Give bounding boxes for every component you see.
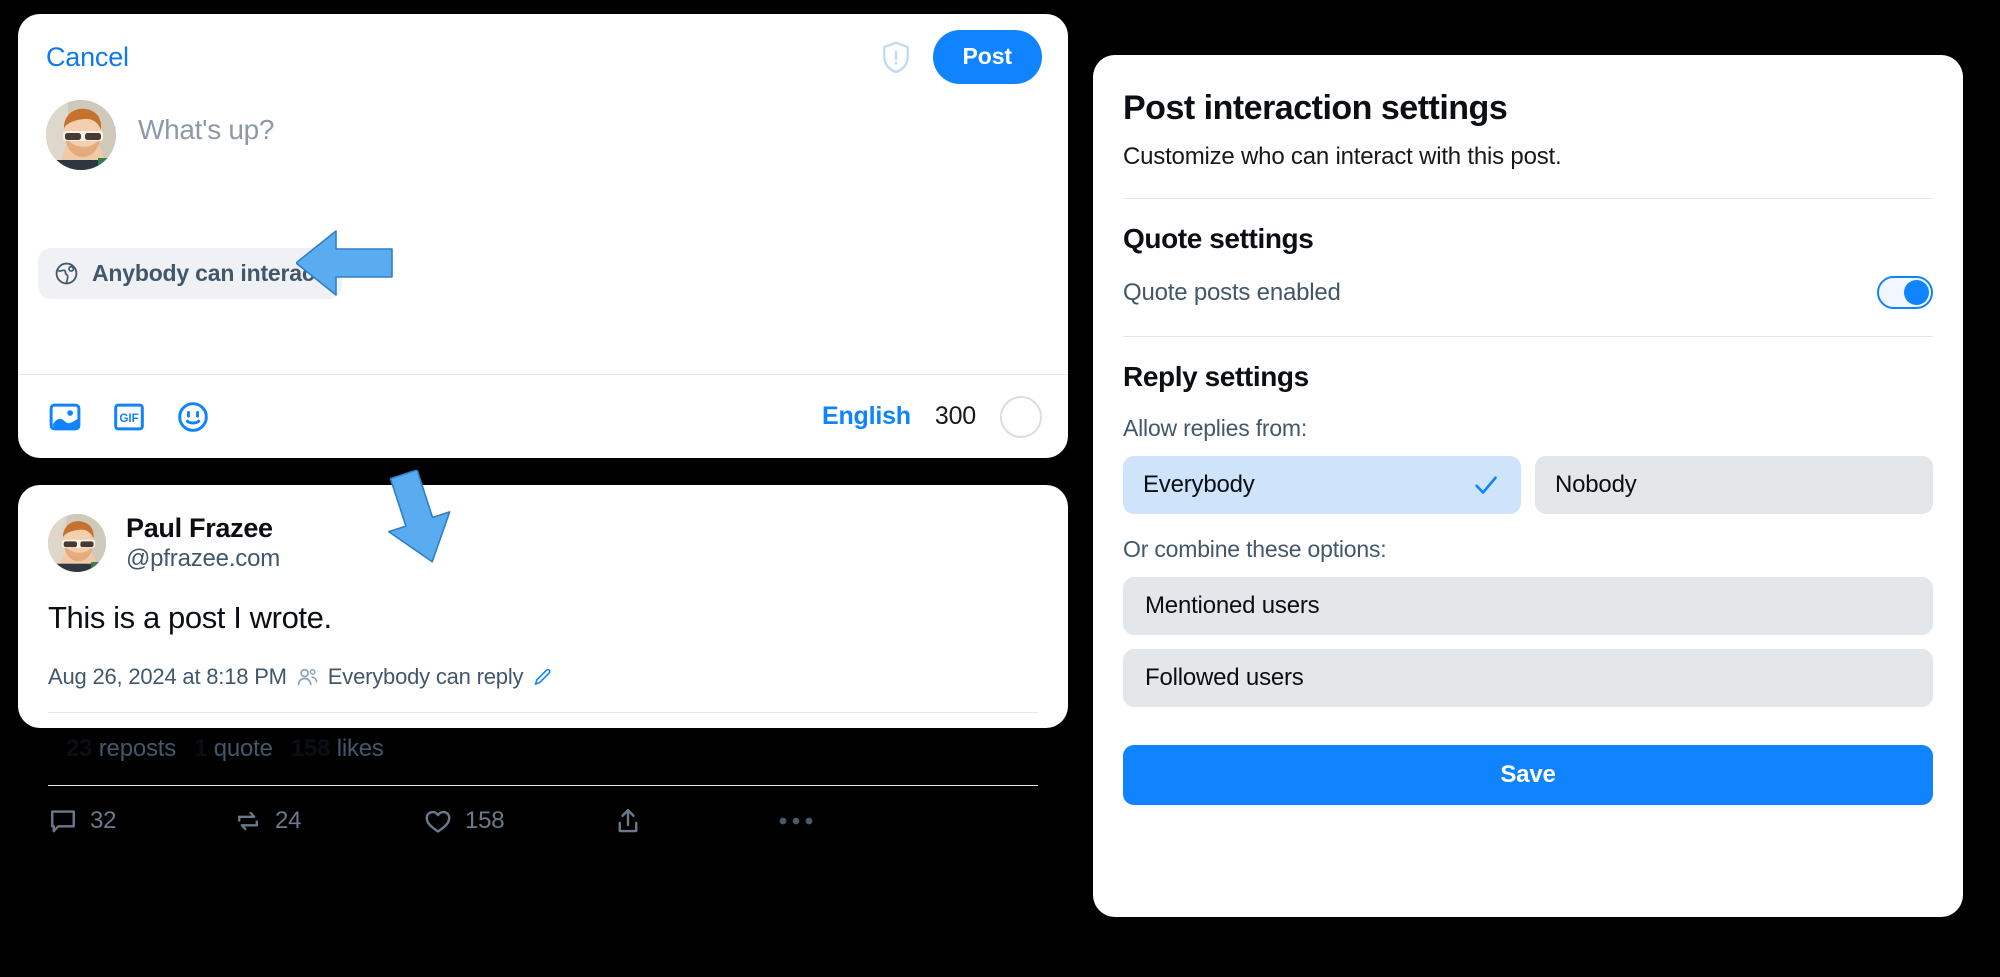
repost-icon xyxy=(233,806,263,836)
repost-action[interactable]: 24 xyxy=(233,806,423,836)
heart-icon xyxy=(423,806,453,836)
panel-title: Post interaction settings xyxy=(1123,89,1508,127)
composer-attachment-icons: GIF xyxy=(48,400,210,434)
post-avatar[interactable] xyxy=(48,514,106,572)
character-count: 300 xyxy=(934,402,976,430)
like-count: 158 xyxy=(465,807,505,834)
progress-ring-icon xyxy=(1000,395,1042,438)
interaction-pill-label: Anybody can interact xyxy=(92,260,322,286)
choice-nobody[interactable]: Nobody xyxy=(1535,456,1933,514)
repost-count: 24 xyxy=(275,807,302,834)
post-metadata: Aug 26, 2024 at 8:18 PM Everybody can re… xyxy=(48,664,1038,690)
quotes-count: 1 xyxy=(194,735,208,762)
option-mentioned-users-label: Mentioned users xyxy=(1145,592,1320,619)
check-icon xyxy=(1471,470,1501,500)
post-actions-row: 32 24 158 xyxy=(18,786,1068,836)
author-names: Paul Frazee @pfrazee.com xyxy=(126,513,280,573)
language-button[interactable]: English xyxy=(822,402,911,431)
share-icon xyxy=(613,806,643,836)
shield-alert-icon[interactable] xyxy=(881,41,911,74)
option-mentioned-users[interactable]: Mentioned users xyxy=(1123,577,1933,635)
allow-replies-label: Allow replies from: xyxy=(1123,415,1308,441)
pencil-icon[interactable] xyxy=(532,666,554,688)
post-body-text: This is a post I wrote. xyxy=(48,600,332,635)
panel-subtitle: Customize who can interact with this pos… xyxy=(1123,143,1562,170)
option-followed-users[interactable]: Followed users xyxy=(1123,649,1933,707)
composer-body: What's up? xyxy=(18,100,1068,170)
quote-settings-title: Quote settings xyxy=(1123,223,1314,254)
share-action[interactable] xyxy=(613,806,778,836)
likes-count: 158 xyxy=(290,735,331,762)
composer-header-actions: Post xyxy=(881,30,1042,84)
reply-audience-choices: Everybody Nobody xyxy=(1123,456,1933,514)
likes-label: likes xyxy=(336,735,384,762)
settings-content: Post interaction settings Customize who … xyxy=(1093,55,1963,805)
ellipsis-icon xyxy=(778,815,814,827)
emoji-icon[interactable] xyxy=(176,400,210,434)
globe-icon xyxy=(54,261,79,286)
reply-settings-title: Reply settings xyxy=(1123,361,1309,392)
composer-header: Cancel Post xyxy=(18,14,1068,100)
more-options-action[interactable] xyxy=(778,815,814,827)
post-composer-card: Cancel Post What's up? Anybody can inter… xyxy=(18,14,1068,458)
choice-everybody-label: Everybody xyxy=(1143,471,1255,498)
reply-count: 32 xyxy=(90,807,117,834)
post-stats-row: 23 reposts 1 quote 158 likes xyxy=(48,713,1038,785)
save-button[interactable]: Save xyxy=(1123,745,1933,805)
post-button[interactable]: Post xyxy=(932,30,1042,84)
composer-footer-right: English 300 xyxy=(822,395,1042,438)
settings-divider-1 xyxy=(1123,198,1933,199)
composer-avatar[interactable] xyxy=(46,100,116,170)
gif-icon[interactable]: GIF xyxy=(112,400,146,434)
post-interaction-settings-panel: Post interaction settings Customize who … xyxy=(1093,55,1963,917)
post-author-row: Paul Frazee @pfrazee.com xyxy=(48,513,1038,573)
settings-divider-2 xyxy=(1123,336,1933,337)
author-display-name[interactable]: Paul Frazee xyxy=(126,513,280,544)
post-timestamp[interactable]: Aug 26, 2024 at 8:18 PM xyxy=(48,664,287,690)
people-icon xyxy=(296,666,319,689)
post-preview-card: Paul Frazee @pfrazee.com This is a post … xyxy=(18,485,1068,834)
screenshot-root: Cancel Post What's up? Anybody can inter… xyxy=(0,0,2000,977)
choice-everybody[interactable]: Everybody xyxy=(1123,456,1521,514)
toggle-knob xyxy=(1904,280,1929,305)
quote-toggle-label: Quote posts enabled xyxy=(1123,278,1341,306)
reposts-stat[interactable]: 23 reposts xyxy=(66,735,176,763)
choice-nobody-label: Nobody xyxy=(1555,471,1637,498)
option-followed-users-label: Followed users xyxy=(1145,664,1304,691)
cancel-button[interactable]: Cancel xyxy=(46,42,129,73)
quote-toggle-row: Quote posts enabled xyxy=(1123,276,1933,309)
combine-options-label: Or combine these options: xyxy=(1123,536,1387,562)
audience-label[interactable]: Everybody can reply xyxy=(328,664,524,690)
likes-stat[interactable]: 158 likes xyxy=(291,735,384,763)
reposts-count: 23 xyxy=(66,735,93,762)
quote-posts-toggle[interactable] xyxy=(1877,276,1933,309)
composer-text-input[interactable]: What's up? xyxy=(138,100,275,170)
comment-icon xyxy=(48,806,78,836)
composer-footer: GIF English 300 xyxy=(18,374,1068,458)
author-handle[interactable]: @pfrazee.com xyxy=(126,545,280,573)
reply-action[interactable]: 32 xyxy=(48,806,233,836)
image-icon[interactable] xyxy=(48,400,82,434)
quotes-label: quote xyxy=(213,735,273,762)
svg-text:GIF: GIF xyxy=(119,412,138,425)
post-content: Paul Frazee @pfrazee.com This is a post … xyxy=(18,485,1068,786)
quotes-stat[interactable]: 1 quote xyxy=(194,735,273,763)
interaction-settings-pill[interactable]: Anybody can interact xyxy=(38,248,342,299)
like-action[interactable]: 158 xyxy=(423,806,613,836)
reposts-label: reposts xyxy=(98,735,177,762)
